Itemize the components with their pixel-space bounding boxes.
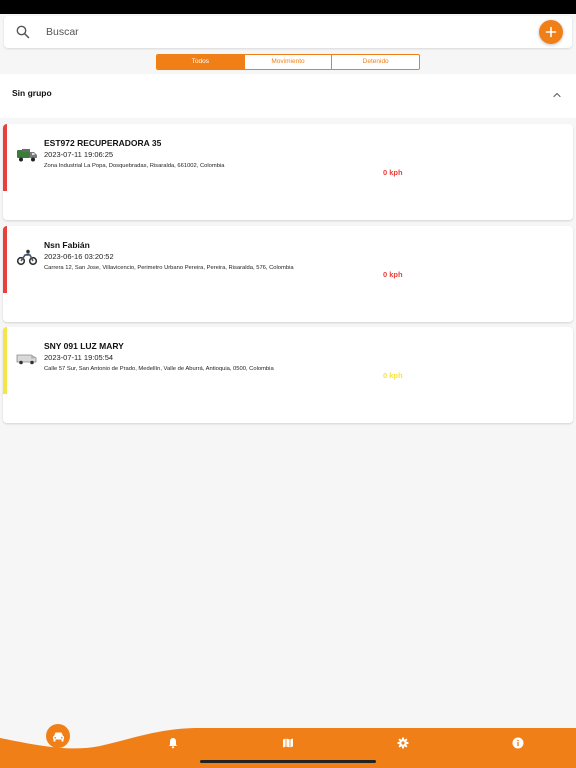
filter-segmented-control: Todos Movimiento Detenido <box>156 54 420 70</box>
home-indicator <box>200 760 376 763</box>
filter-todos[interactable]: Todos <box>157 55 245 69</box>
vehicle-address: Calle 57 Sur, San Antonio de Prado, Mede… <box>44 366 274 372</box>
vehicle-speed: 0 kph <box>383 371 403 380</box>
vehicle-address: Zona Industrial La Popa, Dosquebradas, R… <box>44 163 225 169</box>
vehicle-name: Nsn Fabián <box>44 240 90 250</box>
vehicle-speed: 0 kph <box>383 270 403 279</box>
vehicle-name: EST972 RECUPERADORA 35 <box>44 138 162 148</box>
add-button[interactable] <box>539 20 563 44</box>
status-strip <box>3 327 7 394</box>
car-icon <box>52 732 64 741</box>
vehicle-address: Carrera 12, San Jose, Villavicencio, Per… <box>44 265 294 271</box>
vehicle-name: SNY 091 LUZ MARY <box>44 341 124 351</box>
search-input[interactable] <box>46 22 526 42</box>
vehicle-card[interactable]: Nsn Fabián 2023-06-16 03:20:52 Carrera 1… <box>3 226 573 322</box>
status-strip <box>3 124 7 191</box>
bell-icon[interactable] <box>167 737 179 749</box>
search-bar <box>4 16 572 48</box>
search-icon <box>16 25 30 39</box>
filter-movimiento[interactable]: Movimiento <box>245 55 333 69</box>
status-bar <box>0 0 576 14</box>
vehicle-timestamp: 2023-06-16 03:20:52 <box>44 252 114 261</box>
group-title: Sin grupo <box>12 88 52 98</box>
status-strip <box>3 226 7 293</box>
bottom-navigation <box>0 716 576 768</box>
group-header[interactable]: Sin grupo <box>0 74 576 118</box>
filter-detenido[interactable]: Detenido <box>332 55 419 69</box>
van-icon <box>16 354 37 365</box>
vehicle-timestamp: 2023-07-11 19:06:25 <box>44 150 114 159</box>
vehicle-card[interactable]: SNY 091 LUZ MARY 2023-07-11 19:05:54 Cal… <box>3 327 573 423</box>
vehicle-timestamp: 2023-07-11 19:05:54 <box>44 353 114 362</box>
truck-icon <box>17 149 37 162</box>
motorcycle-icon <box>16 249 38 266</box>
info-icon[interactable] <box>512 737 524 749</box>
map-icon[interactable] <box>282 737 294 749</box>
chevron-up-icon[interactable] <box>552 90 562 100</box>
vehicle-card[interactable]: EST972 RECUPERADORA 35 2023-07-11 19:06:… <box>3 124 573 220</box>
plus-icon <box>545 26 557 38</box>
nav-vehicles[interactable] <box>46 724 70 748</box>
gear-icon[interactable] <box>397 737 409 749</box>
vehicle-speed: 0 kph <box>383 168 403 177</box>
